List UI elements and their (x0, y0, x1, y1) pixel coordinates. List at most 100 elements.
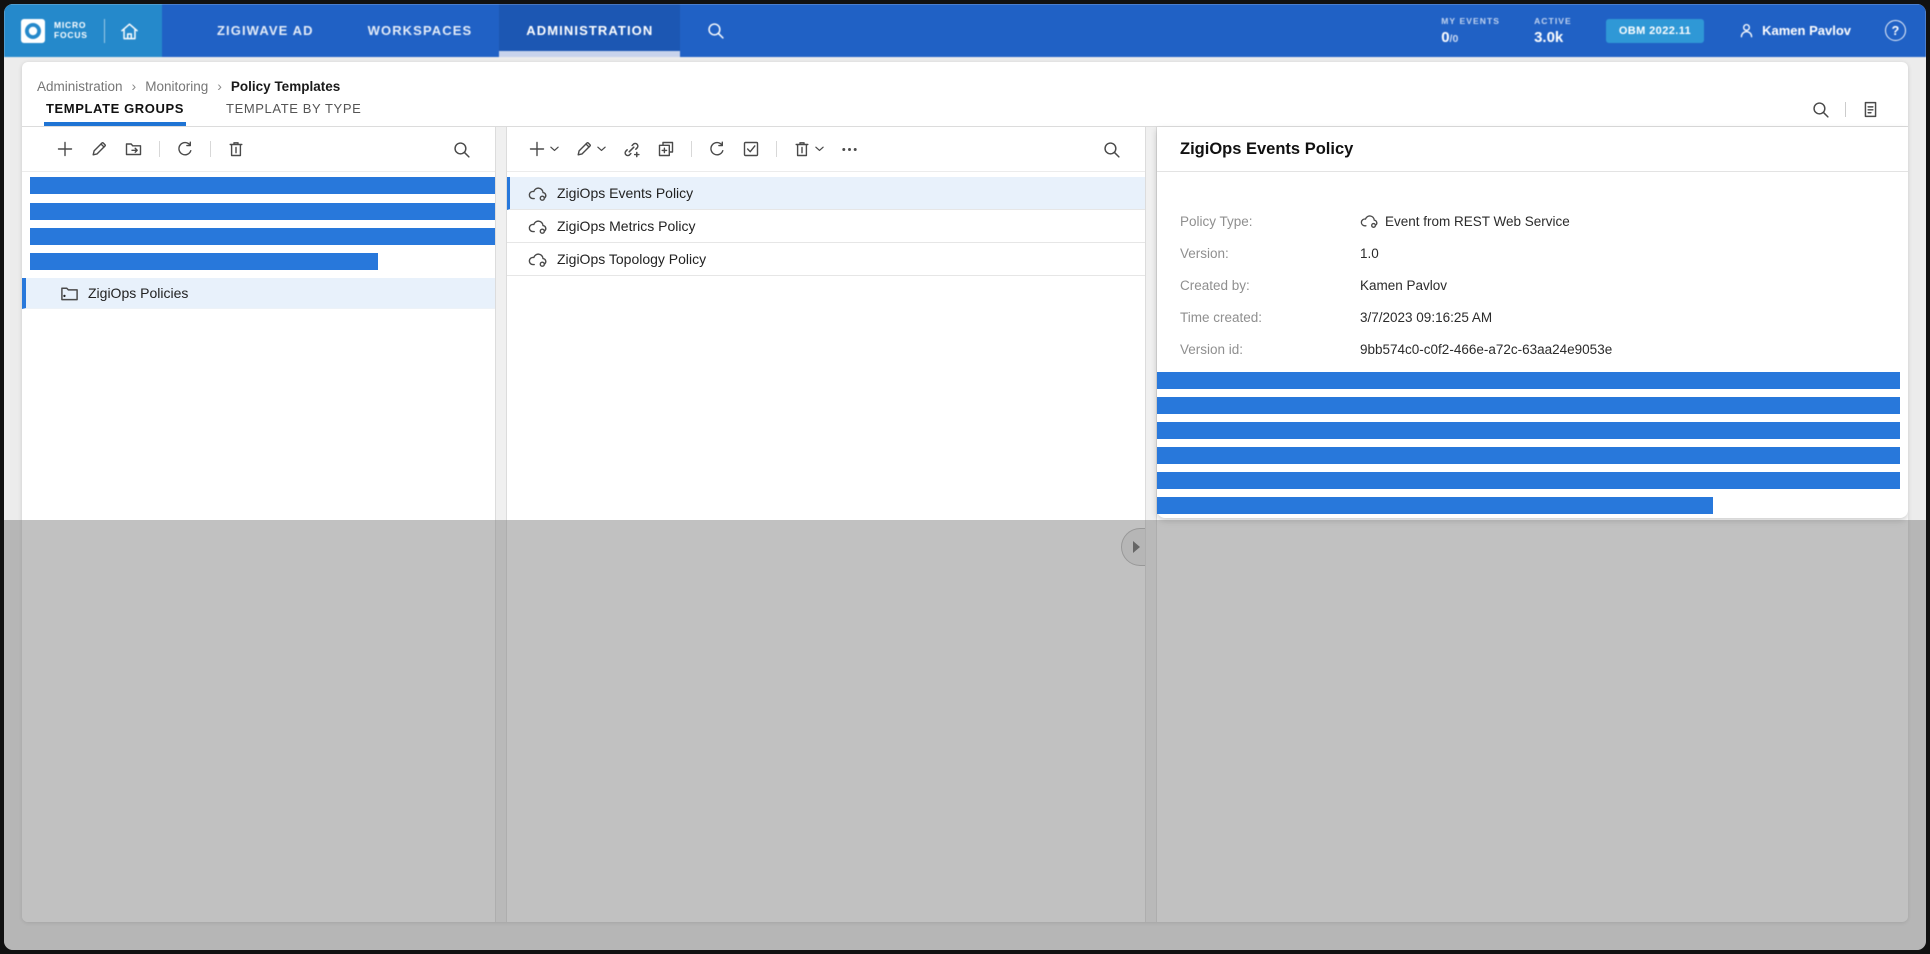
validate-template-button[interactable] (742, 140, 760, 158)
field-label: Created by: (1180, 278, 1360, 293)
move-group-button[interactable] (124, 140, 143, 158)
redacted-tree-row[interactable] (30, 253, 378, 270)
rest-web-service-icon (528, 218, 548, 235)
redacted-text-line (1157, 472, 1900, 489)
home-icon[interactable] (119, 21, 140, 41)
primary-nav: ZIGIWAVE AD WORKSPACES ADMINISTRATION (190, 4, 680, 57)
nav-item-zigiwave-ad[interactable]: ZIGIWAVE AD (190, 4, 341, 57)
field-label: Version: (1180, 246, 1360, 261)
delete-group-button[interactable] (227, 140, 245, 158)
duplicate-template-button[interactable] (657, 140, 675, 158)
rest-web-service-icon (528, 251, 548, 268)
field-version-id: Version id: 9bb574c0-c0f2-466e-a72c-63aa… (1180, 333, 1908, 365)
template-row-topology-policy[interactable]: ZigiOps Topology Policy (507, 243, 1145, 276)
more-actions-button[interactable] (840, 140, 859, 159)
field-label: Policy Type: (1180, 214, 1360, 229)
logo-wordmark: MICRO FOCUS (54, 21, 88, 41)
breadcrumb-monitoring[interactable]: Monitoring (145, 79, 208, 94)
tab-template-by-type[interactable]: TEMPLATE BY TYPE (224, 101, 363, 126)
redacted-text-line (1157, 397, 1900, 414)
toolbar-divider (776, 141, 777, 157)
add-group-button[interactable] (56, 140, 74, 158)
tabs-actions (1811, 100, 1880, 126)
refresh-groups-button[interactable] (176, 140, 194, 158)
divider (1845, 102, 1846, 117)
redacted-tree-row[interactable] (30, 177, 495, 194)
delete-template-button[interactable] (793, 140, 824, 158)
copy-add-icon (657, 140, 675, 158)
breadcrumb-separator (217, 78, 222, 94)
details-fields: Policy Type: Event from REST Web Service… (1157, 205, 1908, 365)
page-search-icon[interactable] (1811, 100, 1830, 119)
chevron-down-icon (815, 146, 824, 152)
top-nav-bar: MICRO FOCUS ZIGIWAVE AD WORKSPACES ADMIN… (4, 4, 1926, 57)
field-time-created: Time created: 3/7/2023 09:16:25 AM (1180, 301, 1908, 333)
edit-group-button[interactable] (90, 140, 108, 158)
ellipsis-icon (840, 140, 859, 159)
nav-item-workspaces[interactable]: WORKSPACES (341, 4, 500, 57)
template-row-metrics-policy[interactable]: ZigiOps Metrics Policy (507, 210, 1145, 243)
refresh-templates-button[interactable] (708, 140, 726, 158)
template-label: ZigiOps Metrics Policy (557, 218, 695, 234)
my-events-label: MY EVENTS (1441, 16, 1500, 26)
report-document-icon[interactable] (1861, 100, 1880, 119)
active-events-label: ACTIVE (1534, 16, 1572, 26)
nav-item-administration[interactable]: ADMINISTRATION (499, 4, 680, 57)
breadcrumb: Administration Monitoring Policy Templat… (22, 62, 1908, 94)
templates-search-icon[interactable] (1102, 140, 1121, 159)
refresh-icon (176, 140, 194, 158)
tab-template-groups[interactable]: TEMPLATE GROUPS (44, 101, 186, 126)
field-label: Version id: (1180, 342, 1360, 357)
tabs-row: TEMPLATE GROUPS TEMPLATE BY TYPE (22, 94, 1908, 127)
person-icon (1738, 22, 1755, 39)
disabled-overlay (4, 520, 1926, 950)
active-events-stat[interactable]: ACTIVE 3.0k (1534, 16, 1572, 46)
toolbar-divider (159, 141, 160, 157)
template-label: ZigiOps Topology Policy (557, 251, 706, 267)
groups-search-icon[interactable] (452, 140, 471, 159)
trash-icon (793, 140, 811, 158)
redacted-tree-row[interactable] (30, 203, 495, 220)
field-value: Event from REST Web Service (1360, 213, 1570, 229)
details-sheet: ZigiOps Events Policy Policy Type: Event… (1157, 127, 1908, 518)
trash-icon (227, 140, 245, 158)
policy-folder-icon (60, 285, 79, 302)
template-row-events-policy[interactable]: ZigiOps Events Policy (507, 177, 1145, 210)
redacted-text-line (1157, 372, 1900, 389)
my-events-value: 0/0 (1441, 29, 1500, 46)
add-template-button[interactable] (528, 140, 559, 158)
version-badge: OBM 2022.11 (1606, 19, 1704, 43)
groups-toolbar (22, 127, 495, 172)
rest-web-service-icon (528, 185, 548, 202)
field-created-by: Created by: Kamen Pavlov (1180, 269, 1908, 301)
user-name: Kamen Pavlov (1762, 23, 1851, 38)
user-menu[interactable]: Kamen Pavlov (1738, 22, 1851, 39)
check-square-icon (742, 140, 760, 158)
group-row-zigiops-policies[interactable]: ZigiOps Policies (22, 278, 495, 309)
redacted-text-line (1157, 497, 1713, 514)
field-version: Version: 1.0 (1180, 237, 1908, 269)
breadcrumb-policy-templates: Policy Templates (231, 79, 340, 94)
global-search-icon[interactable] (706, 21, 725, 40)
help-button[interactable]: ? (1885, 20, 1906, 41)
plus-icon (56, 140, 74, 158)
nav-right-cluster: MY EVENTS 0/0 ACTIVE 3.0k OBM 2022.11 Ka… (1441, 4, 1926, 57)
breadcrumb-administration[interactable]: Administration (37, 79, 123, 94)
field-value: 1.0 (1360, 246, 1379, 261)
field-label: Time created: (1180, 310, 1360, 325)
assign-template-button[interactable] (622, 140, 641, 159)
logo-section: MICRO FOCUS (4, 4, 162, 57)
active-events-value: 3.0k (1534, 29, 1572, 46)
redacted-text-line (1157, 447, 1900, 464)
edit-template-button[interactable] (575, 140, 606, 158)
templates-toolbar (507, 127, 1145, 172)
redacted-tree-row[interactable] (30, 228, 495, 245)
my-events-stat[interactable]: MY EVENTS 0/0 (1441, 16, 1500, 46)
chevron-down-icon (597, 146, 606, 152)
template-label: ZigiOps Events Policy (557, 185, 693, 201)
toolbar-divider (691, 141, 692, 157)
app-window: MICRO FOCUS ZIGIWAVE AD WORKSPACES ADMIN… (4, 4, 1926, 950)
folder-move-icon (124, 140, 143, 158)
field-policy-type: Policy Type: Event from REST Web Service (1180, 205, 1908, 237)
plus-icon (528, 140, 546, 158)
